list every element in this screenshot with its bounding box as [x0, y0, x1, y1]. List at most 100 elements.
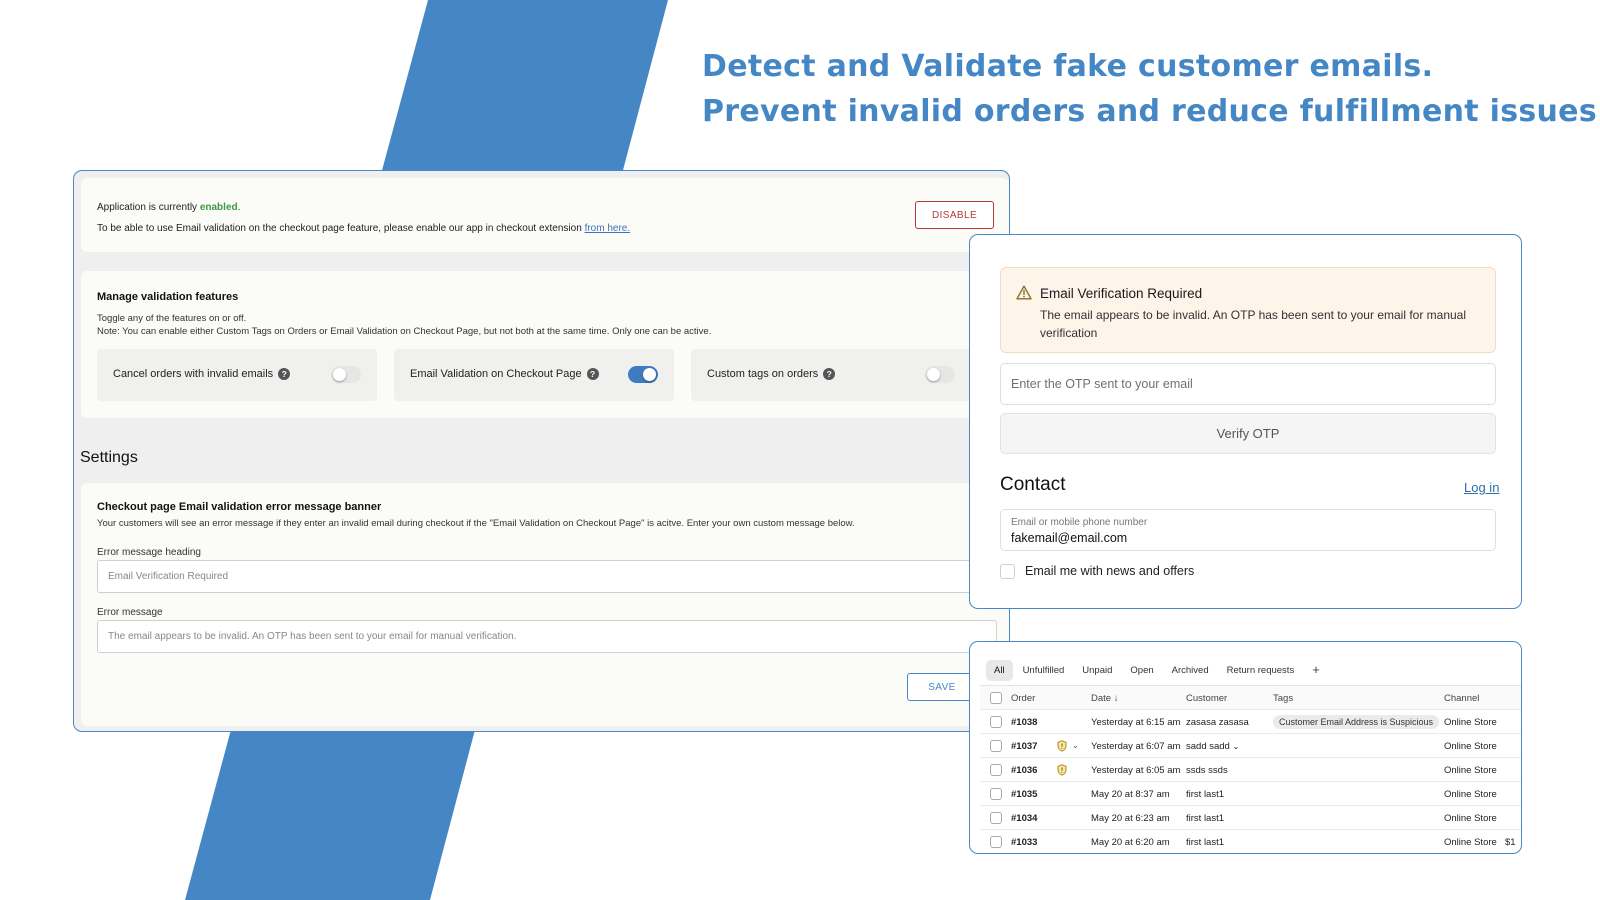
- risk-shield-icon: [1057, 740, 1067, 752]
- order-date: May 20 at 8:37 am: [1091, 789, 1170, 800]
- features-subtitle: Toggle any of the features on or off.: [97, 313, 247, 324]
- table-row[interactable]: #1037 ⌄ Yesterday at 6:07 am sadd sadd ⌄…: [980, 734, 1521, 758]
- order-channel: Online Store: [1444, 717, 1497, 728]
- column-order[interactable]: Order: [1011, 693, 1035, 704]
- row-checkbox[interactable]: [990, 764, 1002, 776]
- order-number[interactable]: #1034: [1011, 813, 1037, 824]
- table-row[interactable]: #1035 May 20 at 8:37 am first last1 Onli…: [980, 782, 1521, 806]
- chevron-down-icon[interactable]: ⌄: [1232, 742, 1239, 751]
- app-status-card: Application is currently enabled. To be …: [81, 178, 1009, 252]
- feature-label: Cancel orders with invalid emails: [113, 368, 274, 380]
- validation-features-card: Manage validation features Toggle any of…: [81, 271, 1009, 418]
- otp-input[interactable]: Enter the OTP sent to your email: [1000, 363, 1496, 405]
- verify-otp-button[interactable]: Verify OTP: [1000, 413, 1496, 454]
- table-row[interactable]: #1033 May 20 at 6:20 am first last1 Onli…: [980, 830, 1521, 853]
- alert-body: The email appears to be invalid. An OTP …: [1040, 308, 1467, 340]
- tab-unfulfilled[interactable]: Unfulfilled: [1015, 660, 1073, 681]
- orders-list-panel: All Unfulfilled Unpaid Open Archived Ret…: [969, 641, 1522, 854]
- status-enabled-badge: enabled: [199, 202, 238, 213]
- status-prefix: Application is currently: [97, 202, 200, 213]
- row-checkbox[interactable]: [990, 836, 1002, 848]
- row-checkbox[interactable]: [990, 716, 1002, 728]
- order-channel: Online Store: [1444, 765, 1497, 776]
- table-row[interactable]: #1034 May 20 at 6:23 am first last1 Onli…: [980, 806, 1521, 830]
- from-here-link[interactable]: from here.: [585, 223, 631, 234]
- status-suffix: .: [237, 202, 241, 213]
- column-customer[interactable]: Customer: [1186, 693, 1227, 704]
- tab-unpaid[interactable]: Unpaid: [1074, 660, 1120, 681]
- orders-table: Order Date ↓ Customer Tags Channel #1038…: [980, 686, 1521, 853]
- order-number[interactable]: #1036: [1011, 765, 1037, 776]
- order-date: Yesterday at 6:07 am: [1091, 741, 1181, 752]
- cancel-orders-toggle[interactable]: [331, 366, 361, 383]
- error-heading-label: Error message heading: [97, 547, 201, 558]
- email-field-value: fakemail@email.com: [1011, 531, 1128, 545]
- order-customer: first last1: [1186, 813, 1225, 824]
- select-all-checkbox[interactable]: [990, 692, 1002, 704]
- headline-line-1: Detect and Validate fake customer emails…: [702, 49, 1434, 84]
- order-date: Yesterday at 6:15 am: [1091, 717, 1181, 728]
- order-channel: Online Store: [1444, 837, 1497, 848]
- tab-return-requests[interactable]: Return requests: [1219, 660, 1303, 681]
- feature-label: Custom tags on orders: [707, 368, 819, 380]
- customer-name: sadd sadd: [1186, 741, 1230, 752]
- row-checkbox[interactable]: [990, 812, 1002, 824]
- checkout-preview-panel: Email Verification Required The email ap…: [969, 234, 1522, 609]
- help-icon[interactable]: ?: [823, 368, 836, 380]
- order-customer: first last1: [1186, 837, 1225, 848]
- error-heading-input[interactable]: Email Verification Required: [97, 560, 997, 593]
- newsletter-checkbox[interactable]: [1000, 564, 1015, 579]
- feature-checkout-validation: Email Validation on Checkout Page ?: [394, 349, 674, 401]
- warning-icon: [1016, 285, 1032, 300]
- feature-label: Email Validation on Checkout Page: [410, 368, 582, 380]
- order-customer: ssds ssds: [1186, 765, 1228, 776]
- order-number[interactable]: #1035: [1011, 789, 1037, 800]
- table-row[interactable]: #1036 Yesterday at 6:05 am ssds ssds Onl…: [980, 758, 1521, 782]
- chevron-down-icon[interactable]: ⌄: [1072, 741, 1079, 750]
- add-tab-icon[interactable]: +: [1304, 660, 1328, 681]
- order-customer: first last1: [1186, 789, 1225, 800]
- order-number[interactable]: #1037: [1011, 741, 1037, 752]
- checkout-validation-toggle[interactable]: [628, 366, 658, 383]
- column-date[interactable]: Date ↓: [1091, 693, 1118, 704]
- order-number[interactable]: #1033: [1011, 837, 1037, 848]
- table-row[interactable]: #1038 Yesterday at 6:15 am zasasa zasasa…: [980, 710, 1521, 734]
- disable-button[interactable]: DISABLE: [915, 201, 994, 229]
- feature-cancel-orders: Cancel orders with invalid emails ?: [97, 349, 377, 401]
- order-customer[interactable]: sadd sadd ⌄: [1186, 741, 1239, 752]
- row-checkbox[interactable]: [990, 788, 1002, 800]
- help-icon[interactable]: ?: [586, 368, 599, 380]
- banner-settings-description: Your customers will see an error message…: [97, 518, 855, 529]
- help-icon[interactable]: ?: [278, 368, 291, 380]
- suspicious-email-tag: Customer Email Address is Suspicious: [1273, 715, 1440, 729]
- risk-shield-icon: [1057, 764, 1067, 776]
- order-channel: Online Store: [1444, 741, 1497, 752]
- alert-title: Email Verification Required: [1040, 286, 1203, 301]
- column-tags[interactable]: Tags: [1273, 693, 1293, 704]
- error-message-input[interactable]: The email appears to be invalid. An OTP …: [97, 620, 997, 653]
- row-checkbox[interactable]: [990, 740, 1002, 752]
- order-number[interactable]: #1038: [1011, 717, 1037, 728]
- promo-stage: Detect and Validate fake customer emails…: [0, 0, 1600, 900]
- order-date: May 20 at 6:23 am: [1091, 813, 1170, 824]
- feature-custom-tags: Custom tags on orders ?: [691, 349, 971, 401]
- email-field[interactable]: Email or mobile phone number fakemail@em…: [1000, 509, 1496, 551]
- log-in-link[interactable]: Log in: [1464, 480, 1499, 495]
- order-date: May 20 at 6:20 am: [1091, 837, 1170, 848]
- order-total-truncated: $1: [1505, 837, 1516, 848]
- column-channel[interactable]: Channel: [1444, 693, 1479, 704]
- order-channel: Online Store: [1444, 789, 1497, 800]
- order-customer: zasasa zasasa: [1186, 717, 1249, 728]
- promo-headline: Detect and Validate fake customer emails…: [702, 44, 1600, 134]
- headline-line-2: Prevent invalid orders and reduce fulfil…: [702, 94, 1600, 129]
- email-field-label: Email or mobile phone number: [1011, 517, 1148, 528]
- custom-tags-toggle[interactable]: [925, 366, 955, 383]
- tab-archived[interactable]: Archived: [1164, 660, 1217, 681]
- table-header-row: Order Date ↓ Customer Tags Channel: [980, 686, 1521, 710]
- orders-tabs: All Unfulfilled Unpaid Open Archived Ret…: [986, 660, 1328, 681]
- save-button[interactable]: SAVE: [907, 673, 977, 701]
- extension-note-text: To be able to use Email validation on th…: [97, 223, 585, 234]
- banner-settings-heading: Checkout page Email validation error mes…: [97, 501, 382, 513]
- tab-open[interactable]: Open: [1122, 660, 1161, 681]
- tab-all[interactable]: All: [986, 660, 1013, 681]
